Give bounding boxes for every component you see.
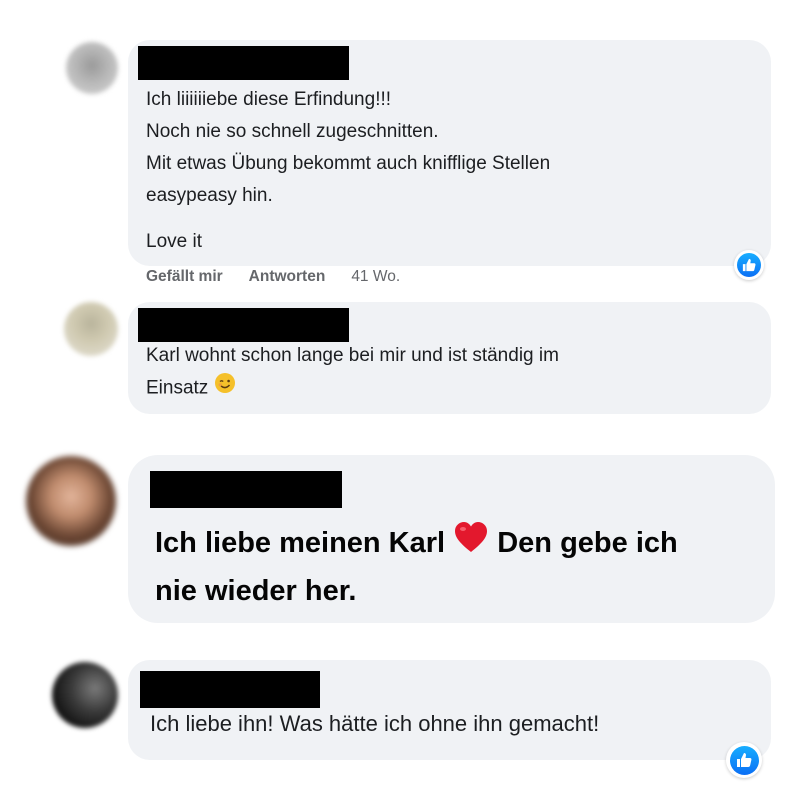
avatar[interactable] — [52, 662, 118, 728]
comment-line-text: Den gebe ich — [497, 527, 678, 559]
comment-text: Ich liebe ihn! Was hätte ich ohne ihn ge… — [150, 708, 760, 740]
reply-link[interactable]: Antworten — [249, 268, 326, 286]
comment-line: Ich liebe ihn! Was hätte ich ohne ihn ge… — [150, 711, 600, 736]
comment-line-text: Einsatz — [146, 377, 209, 399]
comment-line: Karl wohnt schon lange bei mir und ist s… — [146, 345, 559, 366]
thumbs-up-icon — [729, 745, 759, 775]
comment-line-text: Ich liebe meinen Karl — [155, 527, 446, 559]
reaction-badge[interactable] — [734, 250, 764, 280]
wink-emoji-icon — [214, 372, 236, 405]
avatar[interactable] — [64, 302, 118, 356]
redacted-author-name — [138, 308, 349, 342]
redacted-author-name — [138, 46, 349, 80]
like-link[interactable]: Gefällt mir — [146, 268, 223, 286]
comment-text: Ich liebe meinen Karl Den gebe ich nie w… — [155, 520, 765, 614]
redacted-author-name — [150, 471, 342, 508]
avatar[interactable] — [26, 456, 116, 546]
comment-line: Einsatz — [146, 372, 746, 405]
comment-text: Karl wohnt schon lange bei mir und ist s… — [146, 340, 746, 405]
avatar[interactable] — [66, 42, 118, 94]
redacted-author-name — [140, 671, 320, 708]
comment-line: Mit etwas Übung bekommt auch knifflige S… — [146, 153, 551, 174]
red-heart-icon — [453, 520, 489, 568]
comment-line-text: nie wieder her. — [155, 575, 357, 608]
comment-line: easypeasy hin. — [146, 185, 273, 206]
comment-line: Ich liiiiiiebe diese Erfindung!!! — [146, 89, 392, 110]
comment-line: Noch nie so schnell zugeschnitten. — [146, 121, 439, 142]
comment-actions: Gefällt mir Antworten 41 Wo. — [146, 268, 400, 286]
comment-line: Love it — [146, 231, 202, 252]
reaction-badge[interactable] — [726, 742, 762, 778]
thumbs-up-icon — [737, 253, 761, 277]
comment-text: Ich liiiiiiebe diese Erfindung!!! Noch n… — [146, 84, 746, 258]
timestamp[interactable]: 41 Wo. — [351, 268, 400, 286]
